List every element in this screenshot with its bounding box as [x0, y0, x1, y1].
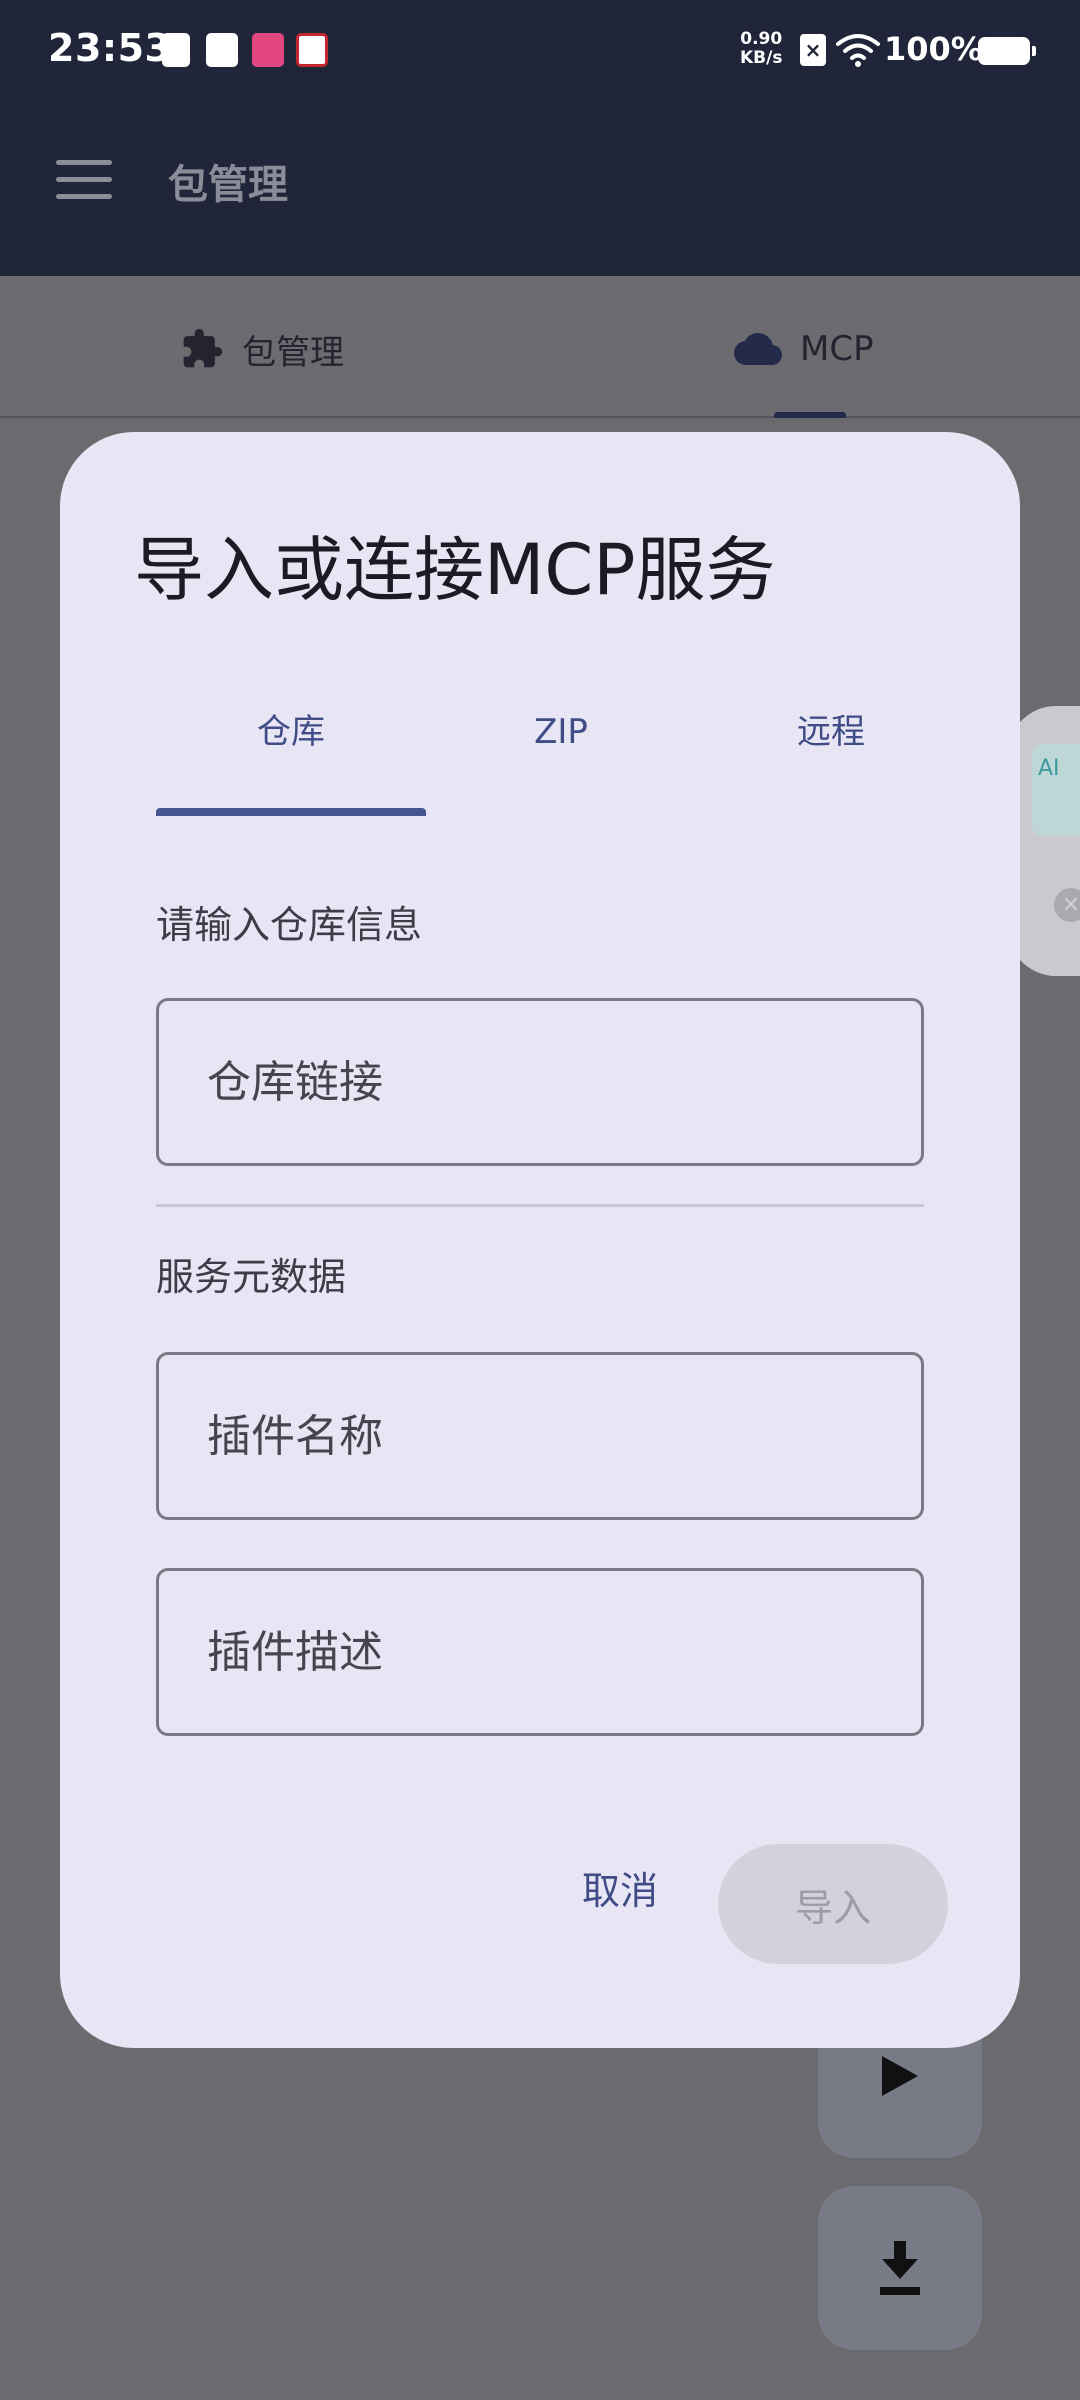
tab-packages-label: 包管理 [242, 332, 344, 373]
clipboard-notification-icon [162, 33, 190, 67]
app-notification-icon [206, 33, 238, 67]
dialog-tabs: 仓库 ZIP 远程 [156, 692, 964, 792]
close-icon[interactable]: × [1054, 888, 1080, 922]
import-button[interactable]: 导入 [718, 1844, 948, 1964]
repo-link-input[interactable] [159, 1001, 921, 1163]
import-mcp-dialog: 导入或连接MCP服务 仓库 ZIP 远程 请输入仓库信息 服务元数据 取消 导入 [60, 432, 1020, 2048]
app-bar: 包管理 [0, 100, 1080, 276]
no-sim-icon: × [800, 34, 826, 66]
ai-assistant-label: AI [1038, 756, 1060, 781]
tab-mcp[interactable]: MCP [734, 324, 874, 374]
download-icon [880, 2241, 920, 2295]
menu-icon[interactable] [56, 160, 112, 200]
status-bar: 23:53 0.90 KB/s × 100% [0, 0, 1080, 100]
dialog-tab-indicator [156, 808, 426, 816]
shopping-notification-icon [252, 33, 284, 67]
cancel-button[interactable]: 取消 [540, 1846, 700, 1936]
cloud-icon [734, 332, 782, 365]
network-speed: 0.90 KB/s [740, 30, 782, 68]
divider [156, 1204, 924, 1207]
battery-percent: 100% [884, 30, 983, 68]
network-speed-value: 0.90 [740, 29, 783, 49]
plugin-description-input[interactable] [159, 1571, 921, 1733]
tab-zip[interactable]: ZIP [426, 692, 696, 772]
repo-section-label: 请输入仓库信息 [156, 903, 423, 947]
battery-icon [978, 37, 1036, 65]
tab-remote[interactable]: 远程 [696, 692, 966, 772]
app-title: 包管理 [168, 162, 288, 208]
download-button[interactable] [818, 2186, 982, 2350]
ai-assistant-icon[interactable]: AI [1032, 744, 1080, 836]
plugin-description-field[interactable] [156, 1568, 924, 1736]
plugin-name-field[interactable] [156, 1352, 924, 1520]
wifi-icon [836, 34, 880, 67]
dialog-title: 导入或连接MCP服务 [134, 529, 776, 611]
tab-row: 包管理 MCP [0, 276, 1080, 418]
tab-indicator [774, 412, 846, 418]
tab-repository[interactable]: 仓库 [156, 692, 426, 772]
top-bar: 23:53 0.90 KB/s × 100% 包管理 [0, 0, 1080, 276]
play-icon [882, 2056, 918, 2096]
repo-link-field[interactable] [156, 998, 924, 1166]
tab-packages[interactable]: 包管理 [180, 324, 344, 374]
network-speed-unit: KB/s [740, 48, 783, 68]
kfc-notification-icon [296, 33, 328, 67]
metadata-section-label: 服务元数据 [156, 1255, 347, 1299]
status-time: 23:53 [48, 26, 172, 70]
plugin-name-input[interactable] [159, 1355, 921, 1517]
puzzle-icon [183, 328, 223, 368]
tab-mcp-label: MCP [800, 329, 874, 369]
